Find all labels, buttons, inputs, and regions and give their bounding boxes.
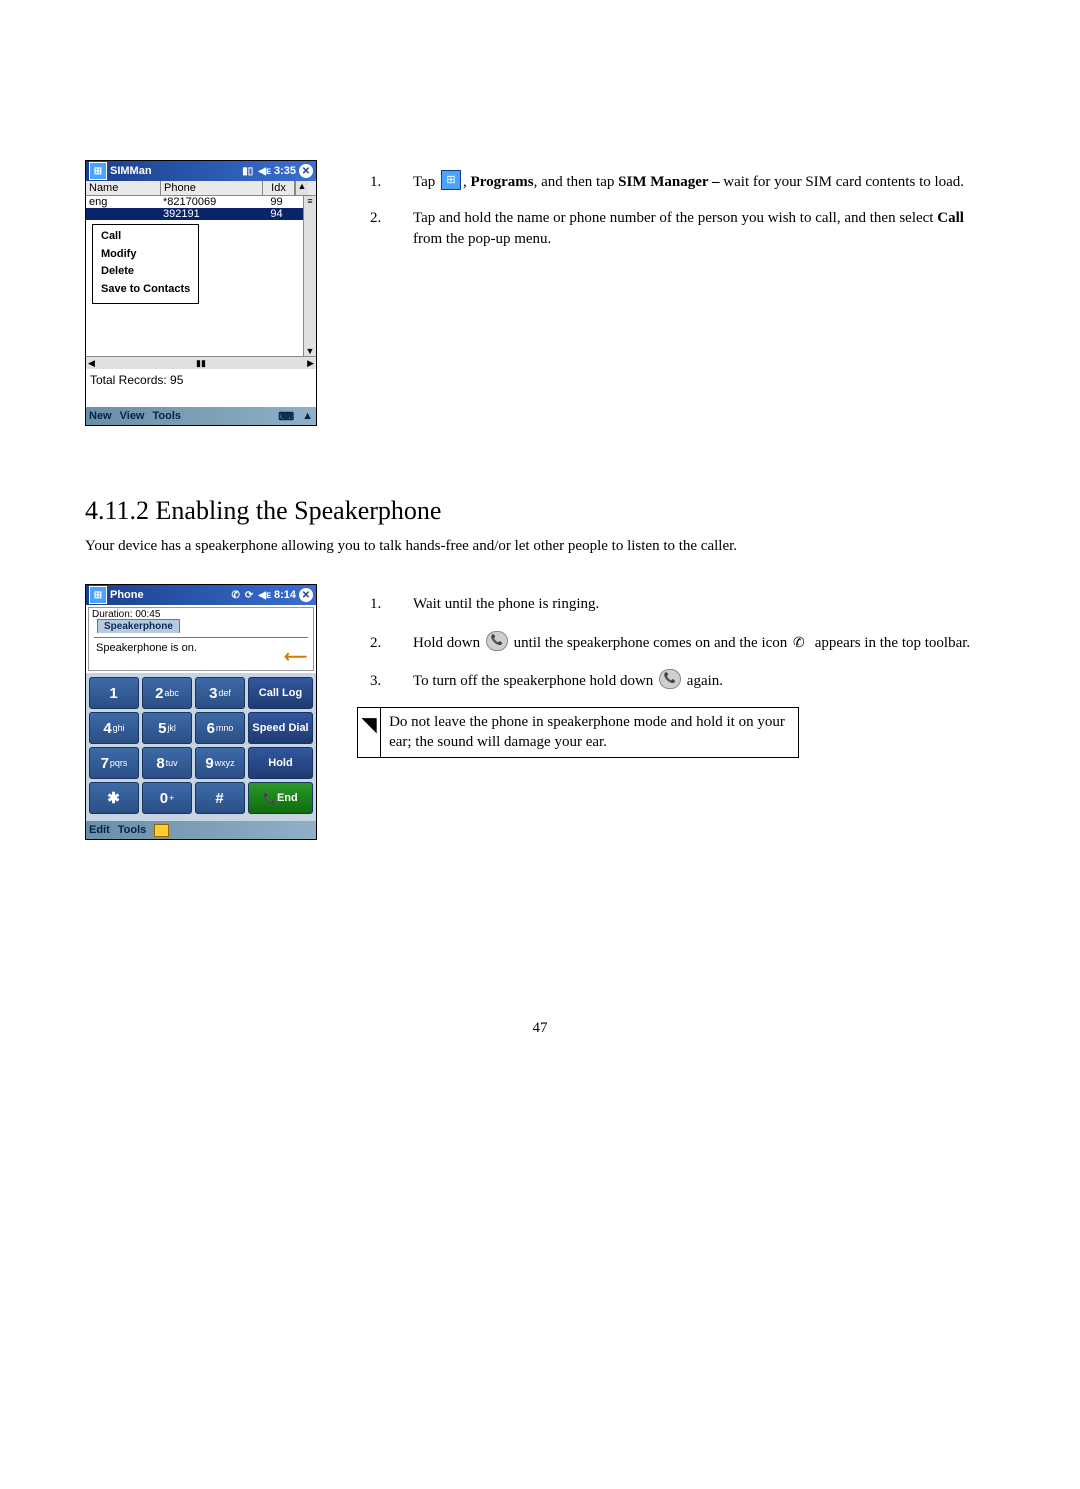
talk-button-icon: 📞 — [486, 631, 508, 651]
key-4: 4ghi — [89, 712, 139, 744]
menu-view: View — [120, 410, 145, 422]
scrollbar-up-icon: ▲ — [295, 181, 308, 195]
scrollbar-down-icon: ▼ — [304, 346, 316, 356]
menu-edit: Edit — [89, 824, 110, 836]
step-1: Wait until the phone is ringing. — [385, 594, 995, 614]
simman-titlebar: ⊞ SIMMan ▮▯ ◀ᴇ 3:35 ✕ — [86, 161, 316, 181]
table-row: eng *82170069 99 — [86, 196, 303, 208]
close-icon: ✕ — [299, 164, 313, 178]
speakerphone-icon — [793, 637, 809, 651]
step-1: Tap ⊞, Programs, and then tap SIM Manage… — [385, 170, 995, 192]
end-button: 📞 End — [248, 782, 313, 814]
step-2: Hold down 📞 until the speakerphone comes… — [385, 631, 995, 653]
section-intro: Your device has a speakerphone allowing … — [85, 536, 995, 556]
note-icon — [154, 824, 169, 837]
speakerphone-icon: ✆ — [231, 590, 239, 601]
key-1: 1 — [89, 677, 139, 709]
page-number: 47 — [85, 1020, 995, 1037]
simman-steps: Tap ⊞, Programs, and then tap SIM Manage… — [357, 170, 995, 249]
close-icon: ✕ — [299, 588, 313, 602]
menu-new: New — [89, 410, 112, 422]
phone-title: Phone — [110, 589, 226, 601]
scrollbar-horiz: ◀▮▮▶ — [86, 356, 316, 369]
signal-icon: ▮▯ — [242, 166, 253, 177]
table-row-selected: 392191 94 — [86, 208, 303, 220]
speed-dial-button: Speed Dial — [248, 712, 313, 744]
warning-box: ◥ Do not leave the phone in speakerphone… — [357, 707, 799, 758]
simman-screenshot: ⊞ SIMMan ▮▯ ◀ᴇ 3:35 ✕ Name Phone Idx ▲ e… — [85, 160, 317, 426]
scroll-right-icon: ▶ — [307, 358, 314, 369]
start-flag-icon: ⊞ — [89, 586, 107, 604]
key-hash: # — [195, 782, 245, 814]
up-icon: ▲ — [302, 410, 313, 422]
key-star: ✱ — [89, 782, 139, 814]
key-9: 9wxyz — [195, 747, 245, 779]
menu-item-modify: Modify — [101, 246, 190, 264]
menu-item-save: Save to Contacts — [101, 281, 190, 299]
hold-button: Hold — [248, 747, 313, 779]
step-2: Tap and hold the name or phone number of… — [385, 208, 995, 249]
status-records: Total Records: 95 — [86, 369, 316, 407]
dialpad: 1 2abc 3def Call Log 4ghi 5jkl 6mno Spee… — [86, 673, 316, 821]
key-8: 8tuv — [142, 747, 192, 779]
menu-tools: Tools — [153, 410, 182, 422]
key-3: 3def — [195, 677, 245, 709]
keyboard-icon: ⌨ — [278, 410, 294, 423]
start-flag-icon: ⊞ — [441, 170, 461, 190]
col-idx: Idx — [263, 181, 295, 195]
speakerphone-steps: Wait until the phone is ringing. Hold do… — [357, 594, 995, 691]
key-5: 5jkl — [142, 712, 192, 744]
menu-item-delete: Delete — [101, 263, 190, 281]
menu-item-call: Call — [101, 228, 190, 246]
speaker-icon: ◀ᴇ — [258, 166, 271, 177]
phone-info-panel: Duration: 00:45 Speakerphone Speakerphon… — [88, 607, 314, 671]
context-menu: Call Modify Delete Save to Contacts — [92, 224, 199, 304]
phone-screenshot: ⊞ Phone ✆ ⟳ ◀ᴇ 8:14 ✕ Duration: 00:45 Sp… — [85, 584, 317, 840]
sync-icon: ⟳ — [245, 590, 253, 601]
phone-bottombar: Edit Tools — [86, 821, 316, 839]
key-6: 6mno — [195, 712, 245, 744]
simman-table-header: Name Phone Idx ▲ — [86, 181, 316, 196]
warning-text: Do not leave the phone in speakerphone m… — [381, 708, 798, 757]
key-2: 2abc — [142, 677, 192, 709]
talk-button-icon: 📞 — [659, 669, 681, 689]
step-3: To turn off the speakerphone hold down 📞… — [385, 669, 995, 691]
backspace-icon: ⟵ — [284, 647, 307, 667]
scroll-left-icon: ◀ — [88, 358, 95, 369]
simman-bottombar: New View Tools ⌨ ▲ — [86, 407, 316, 425]
col-name: Name — [86, 181, 161, 195]
col-phone: Phone — [161, 181, 263, 195]
phone-titlebar: ⊞ Phone ✆ ⟳ ◀ᴇ 8:14 ✕ — [86, 585, 316, 605]
key-0: 0+ — [142, 782, 192, 814]
scrollbar-vert: ≡▼ — [303, 196, 316, 356]
start-flag-icon: ⊞ — [89, 162, 107, 180]
speakerphone-tab: Speakerphone — [97, 619, 180, 633]
clock: 3:35 — [274, 165, 296, 177]
speakerphone-msg: Speakerphone is on. — [94, 637, 308, 654]
clock: 8:14 — [274, 589, 296, 601]
section-heading: 4.11.2 Enabling the Speakerphone — [85, 496, 995, 526]
key-7: 7pqrs — [89, 747, 139, 779]
speaker-icon: ◀ᴇ — [258, 590, 271, 601]
simman-title: SIMMan — [110, 165, 237, 177]
call-log-button: Call Log — [248, 677, 313, 709]
menu-tools: Tools — [118, 824, 147, 836]
warning-icon: ◥ — [358, 708, 381, 757]
